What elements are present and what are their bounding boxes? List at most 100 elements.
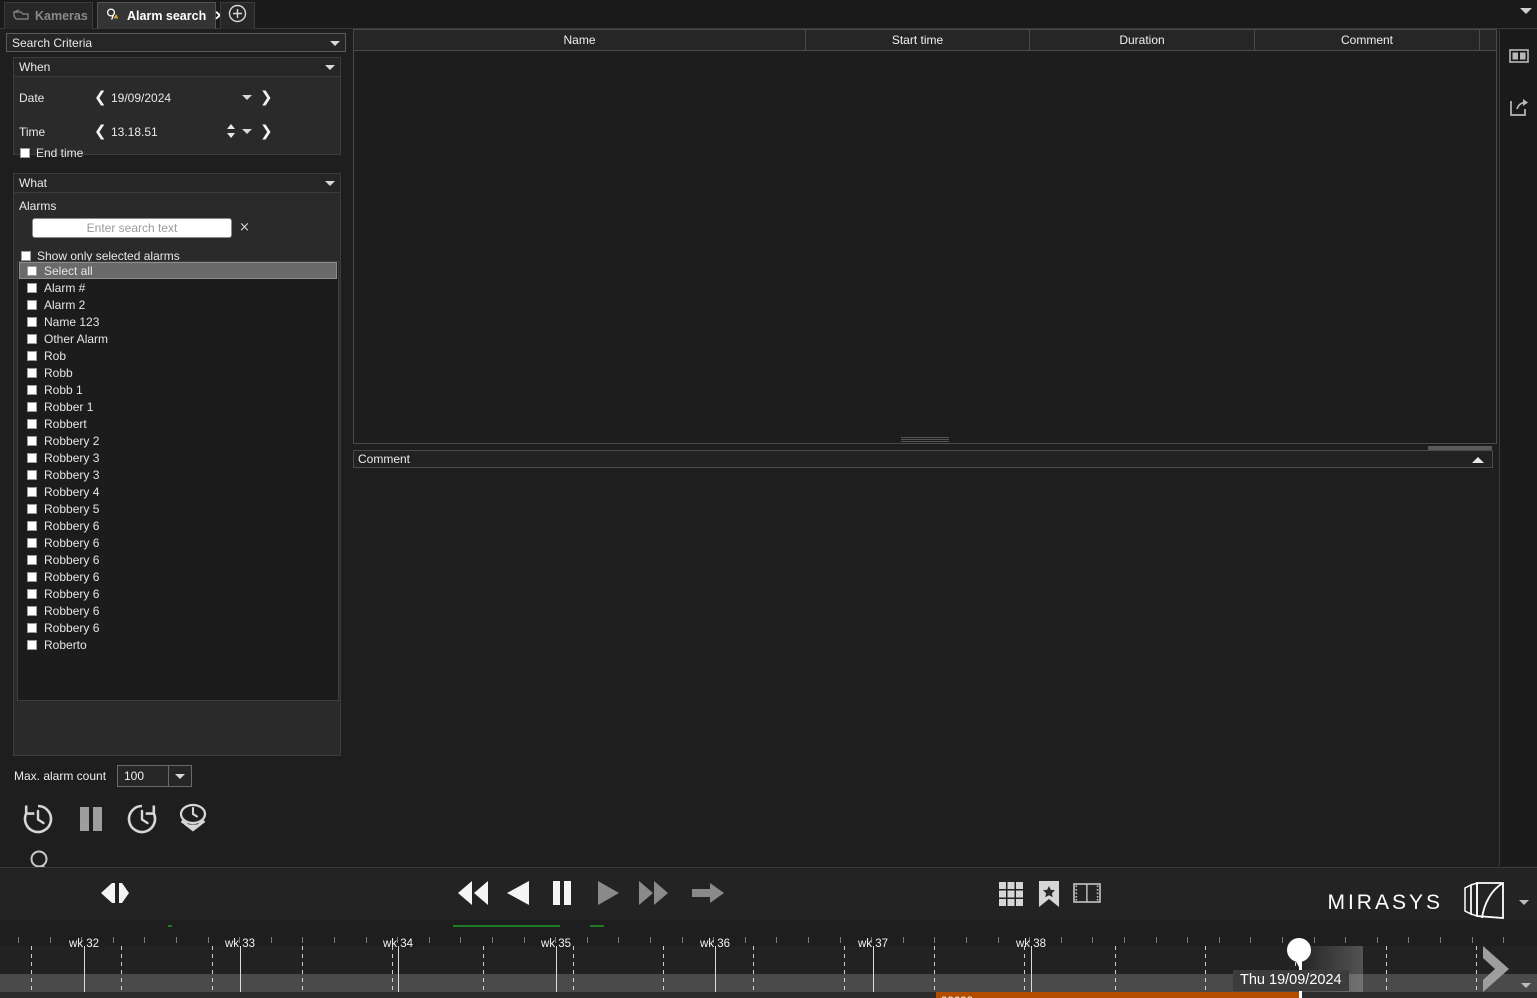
alarm-checkbox[interactable] (27, 640, 37, 650)
alarm-checkbox[interactable] (27, 606, 37, 616)
alarm-list-item[interactable]: Robbery 2 (18, 432, 338, 449)
alarm-checkbox[interactable] (27, 419, 37, 429)
window-menu-caret-icon[interactable] (1520, 8, 1532, 14)
alarm-checkbox[interactable] (27, 521, 37, 531)
alarm-checkbox[interactable] (27, 555, 37, 565)
alarm-list-item[interactable]: Robb 1 (18, 381, 338, 398)
alarm-checkbox[interactable] (27, 368, 37, 378)
alarm-list-item[interactable]: Robbery 6 (18, 602, 338, 619)
collapse-up-icon[interactable] (1472, 457, 1484, 463)
resize-grip[interactable] (901, 436, 949, 440)
pause-button[interactable] (548, 878, 576, 908)
max-alarm-count-combo[interactable]: 100 (117, 765, 192, 787)
step-backward-button[interactable] (99, 880, 129, 906)
history-backward-icon[interactable] (20, 801, 56, 842)
alarm-checkbox[interactable] (27, 589, 37, 599)
time-layers-icon[interactable] (175, 801, 211, 842)
alarm-checkbox[interactable] (27, 436, 37, 446)
when-group-header[interactable]: When (14, 58, 340, 77)
rewind-fast-button[interactable] (455, 878, 489, 908)
alarm-checkbox[interactable] (27, 351, 37, 361)
play-backward-button[interactable] (503, 878, 531, 908)
bookmark-button[interactable] (1036, 879, 1062, 909)
fast-forward-button[interactable] (637, 878, 671, 908)
clear-search-icon[interactable]: × (239, 220, 250, 235)
what-group-header[interactable]: What (14, 174, 340, 193)
alarm-list-item[interactable]: Robbery 6 (18, 568, 338, 585)
jump-forward-button[interactable] (690, 880, 726, 906)
end-time-checkbox-row[interactable]: End time (20, 146, 83, 160)
alarm-search-input[interactable] (32, 218, 232, 238)
layout-split-icon[interactable] (1507, 44, 1531, 68)
select-all-checkbox[interactable] (27, 266, 37, 276)
alarm-list-item[interactable]: Robber 1 (18, 398, 338, 415)
column-header-duration[interactable]: Duration (1030, 30, 1255, 50)
search-criteria-combo[interactable]: Search Criteria (6, 33, 346, 52)
pause-icon[interactable] (73, 801, 109, 842)
logo-menu-caret-icon[interactable] (1519, 900, 1529, 905)
alarm-list-item[interactable]: Robbery 6 (18, 619, 338, 636)
tab-kameras[interactable]: Kameras ✕ (4, 2, 93, 29)
filmstrip-button[interactable] (1073, 882, 1101, 904)
alarm-list-item[interactable]: Alarm 2 (18, 296, 338, 313)
new-tab-button[interactable] (220, 2, 255, 29)
alarm-list-item[interactable]: Robbery 5 (18, 500, 338, 517)
timeline-marker-handle[interactable] (1287, 938, 1311, 968)
alarm-list-item[interactable]: Robbery 6 (18, 551, 338, 568)
table-body[interactable] (354, 51, 1496, 443)
show-only-selected-checkbox[interactable] (21, 251, 31, 261)
time-next-button[interactable]: ❯ (260, 123, 273, 139)
tab-alarm-search[interactable]: Alarm search ✕ (97, 2, 216, 29)
alarm-list-item[interactable]: Robb (18, 364, 338, 381)
alarm-list-item[interactable]: Robbery 3 (18, 449, 338, 466)
alarm-checkbox[interactable] (27, 538, 37, 548)
timeline[interactable]: wk 32wk 33wk 34wk 35wk 36wk 37wk 38 9262… (0, 920, 1537, 998)
alarm-list-item[interactable]: Roberto (18, 636, 338, 653)
date-next-button[interactable]: ❯ (260, 89, 273, 105)
timeline-event-bar[interactable] (936, 992, 1300, 998)
alarm-checkbox[interactable] (27, 453, 37, 463)
alarm-list-item[interactable]: Robbery 6 (18, 517, 338, 534)
alarm-checkbox[interactable] (27, 572, 37, 582)
export-icon[interactable] (1507, 96, 1531, 120)
history-forward-icon[interactable] (124, 801, 160, 842)
alarm-list-item[interactable]: Robbery 4 (18, 483, 338, 500)
alarm-list-item[interactable]: Robbery 3 (18, 466, 338, 483)
comment-body[interactable] (353, 468, 1493, 864)
alarm-list-item[interactable]: Rob (18, 347, 338, 364)
play-button[interactable] (593, 878, 621, 908)
alarm-checkbox[interactable] (27, 334, 37, 344)
alarm-list-item[interactable]: Robbert (18, 415, 338, 432)
alarm-list-item[interactable]: Alarm # (18, 279, 338, 296)
alarm-checkbox[interactable] (27, 487, 37, 497)
alarm-checkbox[interactable] (27, 385, 37, 395)
alarm-checkbox[interactable] (27, 470, 37, 480)
alarm-checkbox[interactable] (27, 402, 37, 412)
time-prev-button[interactable]: ❮ (94, 123, 107, 139)
date-dropdown-icon[interactable] (242, 95, 252, 100)
alarm-list-item[interactable]: Robbery 6 (18, 534, 338, 551)
alarm-checkbox[interactable] (27, 623, 37, 633)
time-value[interactable]: 13.18.51 (111, 125, 158, 139)
alarm-list[interactable]: Select all Alarm #Alarm 2Name 123Other A… (17, 261, 339, 701)
time-stepper[interactable] (227, 124, 236, 138)
alarm-list-item-select-all[interactable]: Select all (19, 262, 337, 279)
alarm-checkbox[interactable] (27, 317, 37, 327)
alarm-list-item[interactable]: Other Alarm (18, 330, 338, 347)
alarm-checkbox[interactable] (27, 504, 37, 514)
column-header-start-time[interactable]: Start time (806, 30, 1030, 50)
timeline-menu-caret-icon[interactable] (1521, 983, 1531, 988)
grid-view-button[interactable] (997, 880, 1025, 908)
column-header-comment[interactable]: Comment (1255, 30, 1480, 50)
time-dropdown-icon[interactable] (242, 129, 252, 134)
column-header-name[interactable]: Name (354, 30, 806, 50)
alarm-checkbox[interactable] (27, 300, 37, 310)
alarm-list-item[interactable]: Name 123 (18, 313, 338, 330)
end-time-checkbox[interactable] (20, 148, 30, 158)
timeline-next-button[interactable] (1471, 940, 1529, 998)
date-value[interactable]: 19/09/2024 (111, 91, 171, 105)
date-prev-button[interactable]: ❮ (94, 89, 107, 105)
alarm-checkbox[interactable] (27, 283, 37, 293)
timeline-event-track[interactable] (0, 992, 1537, 998)
alarm-list-item[interactable]: Robbery 6 (18, 585, 338, 602)
